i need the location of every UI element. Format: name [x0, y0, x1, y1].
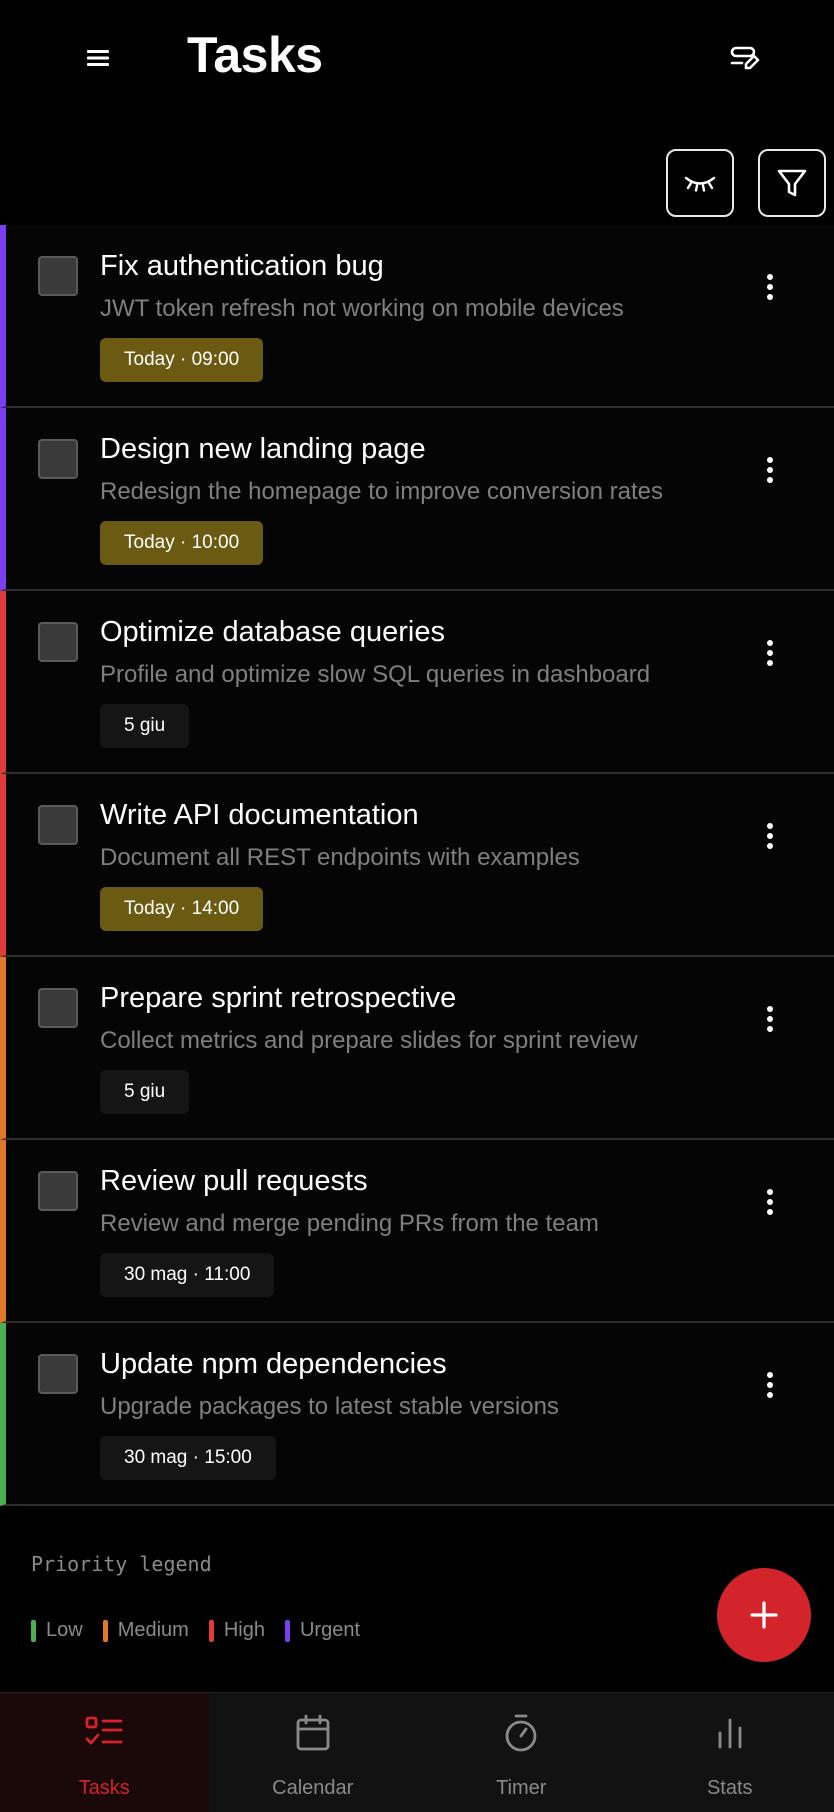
task-title: Design new landing page	[100, 433, 426, 465]
task-item[interactable]: Optimize database queries Profile and op…	[0, 591, 834, 774]
task-date-badge: 5 giu	[100, 1070, 190, 1114]
legend-swatch	[284, 1619, 290, 1642]
task-description: Upgrade packages to latest stable versio…	[100, 1393, 559, 1420]
task-item[interactable]: Design new landing page Redesign the hom…	[0, 408, 834, 591]
priority-legend: Low Medium High Urgent	[31, 1619, 380, 1642]
legend-label: Urgent	[299, 1619, 361, 1641]
task-checkbox[interactable]	[38, 256, 78, 296]
task-more-button[interactable]	[750, 997, 790, 1041]
task-title: Write API documentation	[100, 799, 419, 831]
plus-icon	[750, 1601, 778, 1629]
task-title: Review pull requests	[100, 1165, 368, 1197]
task-list: Fix authentication bug JWT token refresh…	[0, 225, 834, 1506]
calendar-icon	[296, 1714, 330, 1751]
list-edit-icon	[730, 46, 760, 70]
task-description: Review and merge pending PRs from the te…	[100, 1210, 599, 1237]
nav-tasks[interactable]: Tasks	[0, 1693, 209, 1812]
kebab-icon	[767, 274, 773, 300]
task-checkbox[interactable]	[38, 1354, 78, 1394]
task-item[interactable]: Update npm dependencies Upgrade packages…	[0, 1323, 834, 1506]
page-title: Tasks	[187, 27, 323, 83]
task-item[interactable]: Write API documentation Document all RES…	[0, 774, 834, 957]
app-header: Tasks	[0, 0, 834, 120]
kebab-icon	[767, 640, 773, 666]
nav-calendar[interactable]: Calendar	[209, 1693, 418, 1812]
eye-closed-icon	[684, 176, 716, 192]
stats-icon	[718, 1718, 742, 1749]
task-checkbox[interactable]	[38, 439, 78, 479]
legend-item-high: High	[208, 1619, 265, 1642]
task-description: Profile and optimize slow SQL queries in…	[100, 661, 651, 688]
task-more-button[interactable]	[750, 631, 790, 675]
legend-item-medium: Medium	[102, 1619, 189, 1642]
task-date-badge: Today · 09:00	[100, 338, 264, 382]
task-item[interactable]: Review pull requests Review and merge pe…	[0, 1140, 834, 1323]
task-checkbox[interactable]	[38, 988, 78, 1028]
nav-label: Tasks	[78, 1777, 130, 1799]
legend-swatch	[31, 1619, 36, 1642]
legend-title: Priority legend	[31, 1552, 212, 1576]
legend-label: High	[223, 1619, 265, 1641]
timer-icon	[505, 1714, 537, 1752]
task-title: Fix authentication bug	[100, 250, 384, 282]
task-date-badge: 5 giu	[100, 704, 190, 748]
menu-button[interactable]	[74, 38, 122, 78]
task-date-badge: Today · 10:00	[100, 521, 264, 565]
bottom-nav: Tasks Calendar Timer Stats	[0, 1692, 834, 1812]
task-more-button[interactable]	[750, 1363, 790, 1407]
filter-button[interactable]	[758, 149, 826, 217]
task-description: Redesign the homepage to improve convers…	[100, 478, 663, 505]
task-title: Update npm dependencies	[100, 1348, 447, 1380]
nav-stats[interactable]: Stats	[626, 1693, 834, 1812]
tasks-icon	[85, 1716, 123, 1745]
task-more-button[interactable]	[750, 265, 790, 309]
task-checkbox[interactable]	[38, 1171, 78, 1211]
legend-item-urgent: Urgent	[284, 1619, 361, 1642]
task-checkbox[interactable]	[38, 622, 78, 662]
nav-label: Timer	[496, 1777, 547, 1799]
task-description: JWT token refresh not working on mobile …	[100, 295, 624, 322]
task-description: Document all REST endpoints with example…	[100, 844, 580, 871]
legend-label: Medium	[117, 1619, 189, 1641]
legend-item-low: Low	[31, 1619, 83, 1642]
kebab-icon	[767, 457, 773, 483]
task-more-button[interactable]	[750, 814, 790, 858]
hide-completed-button[interactable]	[666, 149, 734, 217]
kebab-icon	[767, 823, 773, 849]
task-date-badge: Today · 14:00	[100, 887, 264, 931]
task-date-badge: 30 mag · 11:00	[100, 1253, 275, 1297]
kebab-icon	[767, 1372, 773, 1398]
task-description: Collect metrics and prepare slides for s…	[100, 1027, 638, 1054]
nav-timer[interactable]: Timer	[417, 1693, 626, 1812]
legend-swatch	[102, 1619, 108, 1642]
nav-label: Stats	[706, 1777, 753, 1799]
task-date-badge: 30 mag · 15:00	[100, 1436, 276, 1480]
task-item[interactable]: Fix authentication bug JWT token refresh…	[0, 225, 834, 408]
task-title: Prepare sprint retrospective	[100, 982, 457, 1014]
kebab-icon	[767, 1006, 773, 1032]
legend-swatch	[208, 1619, 214, 1642]
task-checkbox[interactable]	[38, 805, 78, 845]
nav-label: Calendar	[272, 1777, 354, 1799]
legend-label: Low	[46, 1619, 83, 1641]
add-task-button[interactable]	[717, 1568, 811, 1662]
menu-icon	[87, 50, 109, 66]
task-item[interactable]: Prepare sprint retrospective Collect met…	[0, 957, 834, 1140]
kebab-icon	[767, 1189, 773, 1215]
task-title: Optimize database queries	[100, 616, 445, 648]
filter-icon	[777, 169, 807, 197]
task-more-button[interactable]	[750, 1180, 790, 1224]
task-more-button[interactable]	[750, 448, 790, 492]
list-edit-button[interactable]	[720, 36, 770, 80]
